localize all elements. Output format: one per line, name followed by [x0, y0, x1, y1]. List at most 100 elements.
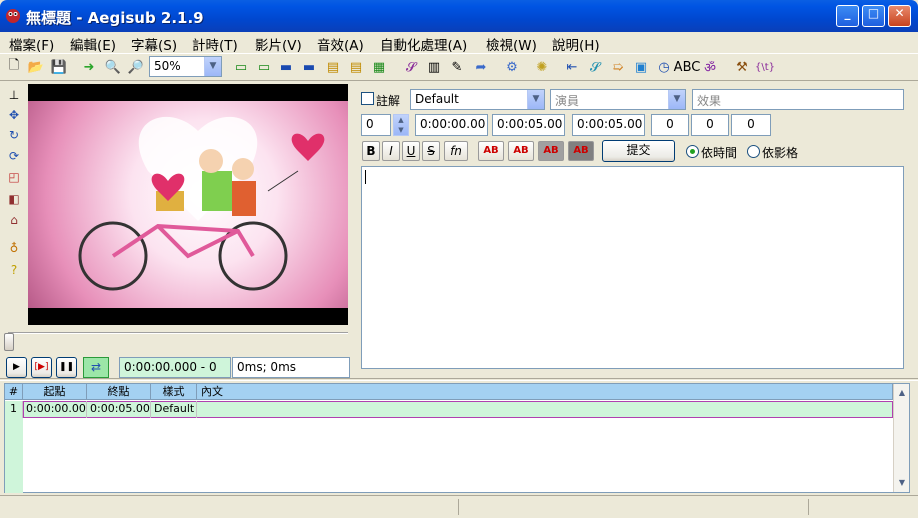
resample-icon[interactable]: ▣	[632, 58, 650, 76]
comment-checkbox[interactable]	[361, 92, 374, 105]
slider-thumb[interactable]	[4, 333, 14, 351]
margin-right-field[interactable]: 0	[691, 114, 729, 136]
subtitle-grid[interactable]: # 起點 終點 樣式 內文 1 0:00:00.00 0:00:05.00 De…	[4, 383, 910, 493]
zoom-in-icon[interactable]: 🔍	[104, 58, 122, 76]
menu-view[interactable]: 檢視(W)	[486, 34, 537, 54]
auto-scroll-toggle[interactable]: ⇄	[83, 357, 109, 378]
minimize-button[interactable]: _	[836, 5, 859, 27]
video-seek-slider[interactable]	[4, 332, 352, 351]
thesaurus-icon[interactable]: ॐ	[701, 58, 719, 76]
layer-spin-buttons[interactable]: ▲ ▼	[393, 114, 409, 136]
maximize-button[interactable]: □	[862, 5, 885, 27]
grid-header-start[interactable]: 起點	[23, 384, 87, 400]
subtitle-text-editor[interactable]	[361, 166, 904, 369]
automation-icon[interactable]: ⚙	[503, 58, 521, 76]
timer-clock-icon[interactable]: ◷	[655, 58, 673, 76]
menu-help[interactable]: 說明(H)	[552, 34, 600, 54]
shift-times-icon[interactable]: ▦	[370, 58, 388, 76]
strikeout-button[interactable]: S	[422, 141, 440, 161]
timing-post-processor-icon[interactable]: ⇤	[563, 58, 581, 76]
video-offset-display: 0ms; 0ms	[232, 357, 350, 378]
scale-tool-icon[interactable]: ◰	[6, 169, 22, 185]
scroll-up-icon[interactable]: ▲	[895, 385, 909, 400]
outline-color-button[interactable]: AB	[538, 141, 564, 161]
close-button[interactable]: ✕	[888, 5, 911, 27]
commit-button[interactable]: 提交	[602, 140, 675, 162]
snap-scene-end-icon[interactable]: ▬	[300, 58, 318, 76]
help-icon[interactable]: ?	[6, 262, 22, 278]
style-select[interactable]: Default ▼	[410, 89, 545, 110]
drag-tool-icon[interactable]: ✥	[6, 107, 22, 123]
couple-bicycle-illustration	[78, 116, 325, 291]
menu-subtitle[interactable]: 字幕(S)	[131, 34, 177, 54]
shadow-color-button[interactable]: AB	[568, 141, 594, 161]
menu-edit[interactable]: 編輯(E)	[70, 34, 116, 54]
play-line-button[interactable]: [▶]	[31, 357, 52, 378]
menu-audio[interactable]: 音效(A)	[317, 34, 364, 54]
underline-button[interactable]: U	[402, 141, 420, 161]
clip-tool-icon[interactable]: ◧	[6, 191, 22, 207]
styles-manager-icon[interactable]: 𝓢	[402, 58, 420, 76]
menu-timing[interactable]: 計時(T)	[192, 34, 238, 54]
open-folder-icon[interactable]: 📂	[27, 58, 45, 76]
new-file-icon[interactable]: 🗋	[5, 58, 23, 76]
font-button[interactable]: fn	[444, 141, 468, 161]
margin-vertical-field[interactable]: 0	[731, 114, 771, 136]
snap-end-icon[interactable]: ▭	[255, 58, 273, 76]
zoom-select[interactable]: 50% ▼	[149, 56, 222, 77]
realtime-tool-icon[interactable]: ♁	[6, 240, 22, 256]
attachments-icon[interactable]: ▥	[425, 58, 443, 76]
by-frame-radio[interactable]	[747, 145, 760, 158]
italic-button[interactable]: I	[382, 141, 400, 161]
tags-icon[interactable]: {\t}	[755, 58, 775, 76]
secondary-color-button[interactable]: AB	[508, 141, 534, 161]
spell-check-icon[interactable]: ABC	[674, 58, 701, 76]
play-button[interactable]: ▶	[6, 357, 27, 378]
rotate-z-tool-icon[interactable]: ↻	[6, 127, 22, 143]
grid-header-end[interactable]: 終點	[87, 384, 151, 400]
scroll-down-icon[interactable]: ▼	[895, 475, 909, 490]
grid-header-text[interactable]: 內文	[197, 384, 893, 400]
pause-icon: ❚❚	[58, 362, 75, 372]
vector-clip-tool-icon[interactable]: ⌂	[6, 212, 22, 228]
jump-to-icon[interactable]: ➜	[80, 58, 98, 76]
menu-automation[interactable]: 自動化處理(A)	[380, 34, 467, 54]
zoom-value: 50%	[154, 59, 181, 73]
kanji-timer-icon[interactable]: 𝓢	[586, 58, 604, 76]
video-frame-icon[interactable]: ▤	[324, 58, 342, 76]
actor-select[interactable]: 演員 ▼	[550, 89, 686, 110]
snap-start-icon[interactable]: ▭	[232, 58, 250, 76]
zoom-out-icon[interactable]: 🔎	[127, 58, 145, 76]
properties-icon[interactable]: ➦	[472, 58, 490, 76]
fonts-collector-icon[interactable]: ✎	[448, 58, 466, 76]
translation-assistant-icon[interactable]: ➯	[609, 58, 627, 76]
hammer-tool-icon[interactable]: ⚒	[733, 58, 751, 76]
splitter[interactable]	[0, 378, 918, 381]
menu-file[interactable]: 檔案(F)	[9, 34, 54, 54]
grid-scrollbar[interactable]: ▲ ▼	[893, 384, 909, 492]
menu-video[interactable]: 影片(V)	[255, 34, 302, 54]
layer-field[interactable]: 0	[361, 114, 391, 136]
primary-color-button[interactable]: AB	[478, 141, 504, 161]
grid-header-number[interactable]: #	[5, 384, 23, 400]
end-time-field[interactable]: 0:00:05.00	[492, 114, 565, 136]
effect-field[interactable]: 效果	[692, 89, 904, 110]
video-time-display[interactable]: 0:00:00.000 - 0	[119, 357, 231, 378]
keyframe-icon[interactable]: ▤	[347, 58, 365, 76]
pause-button[interactable]: ❚❚	[56, 357, 77, 378]
main-toolbar: 🗋 📂 💾 ➜ 🔍 🔎 50% ▼ ▭ ▭ ▬ ▬ ▤ ▤ ▦ 𝓢 ▥ ✎ ➦ …	[0, 53, 918, 81]
bold-button[interactable]: B	[362, 141, 380, 161]
video-display[interactable]	[28, 84, 348, 325]
start-time-field[interactable]: 0:00:00.00	[415, 114, 488, 136]
aegisub-app-icon[interactable]	[5, 8, 21, 24]
rotate-xy-tool-icon[interactable]: ⟳	[6, 148, 22, 164]
snap-scene-start-icon[interactable]: ▬	[277, 58, 295, 76]
by-time-radio[interactable]	[686, 145, 699, 158]
grid-header-style[interactable]: 樣式	[151, 384, 197, 400]
margin-left-field[interactable]: 0	[651, 114, 689, 136]
standard-tool-icon[interactable]: ⊥	[6, 87, 22, 103]
options-icon[interactable]: ✺	[533, 58, 551, 76]
duration-field[interactable]: 0:00:05.00	[572, 114, 645, 136]
save-icon[interactable]: 💾	[50, 58, 68, 76]
by-frame-label: 依影格	[762, 146, 799, 160]
